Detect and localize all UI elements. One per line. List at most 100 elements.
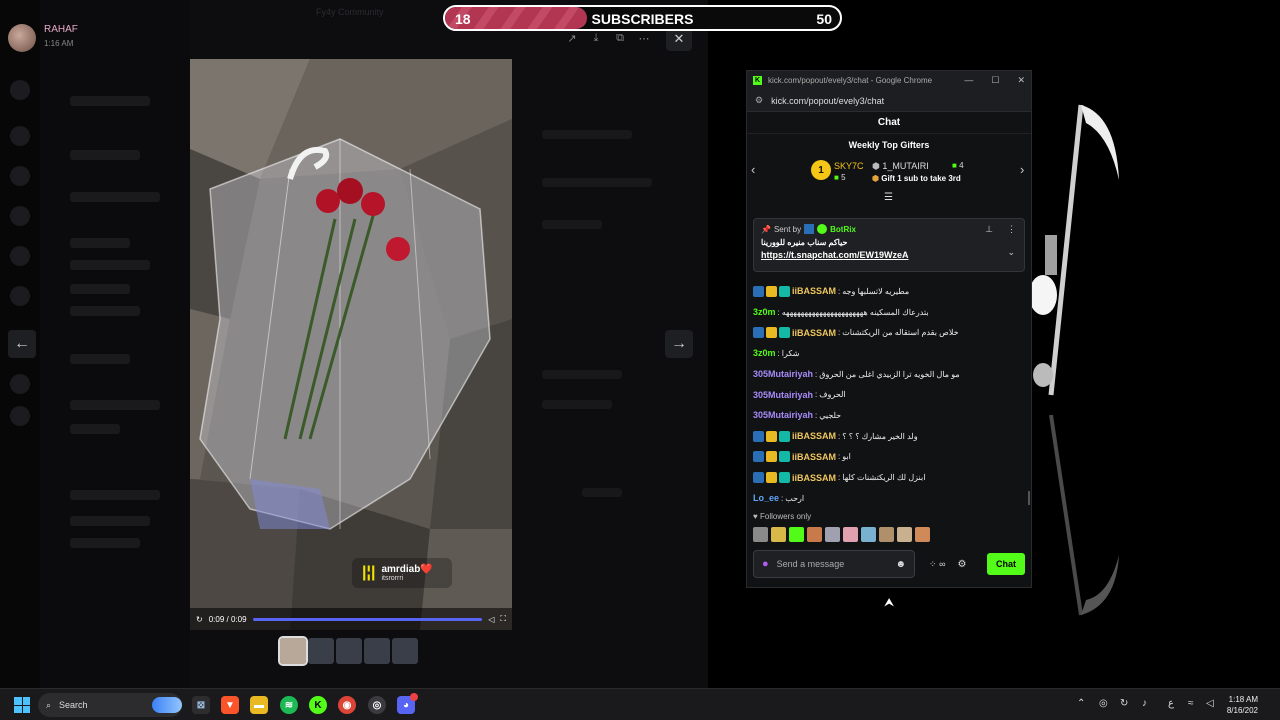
volume-icon[interactable]: ◁ xyxy=(1206,698,1214,709)
system-clock[interactable]: 1:18 AM 8/16/202 xyxy=(1227,694,1258,716)
emote-icon[interactable] xyxy=(753,527,768,542)
channel-item[interactable] xyxy=(70,96,150,106)
server-icon[interactable] xyxy=(10,246,30,266)
chat-input[interactable]: ● Send a message ☻ xyxy=(753,550,915,578)
thumbnail[interactable] xyxy=(364,638,390,664)
tray-app-icon[interactable]: ◎ xyxy=(1099,698,1108,709)
thumbnail[interactable] xyxy=(392,638,418,664)
chat-username[interactable]: iiBASSAM xyxy=(792,452,836,462)
microphone-icon[interactable]: ● xyxy=(762,558,769,570)
chat-username[interactable]: iiBASSAM xyxy=(792,286,836,296)
chat-username[interactable]: Lo_ee xyxy=(753,493,779,503)
channel-item[interactable] xyxy=(70,284,130,294)
chat-username[interactable]: iiBASSAM xyxy=(792,473,836,483)
channel-item[interactable] xyxy=(70,424,120,434)
chat-username[interactable]: 3z0m xyxy=(753,307,776,317)
channel-item[interactable] xyxy=(70,306,140,316)
thumbnail[interactable] xyxy=(308,638,334,664)
maximize-icon[interactable]: ☐ xyxy=(991,75,999,86)
chat-username[interactable]: iiBASSAM xyxy=(792,431,836,441)
channel-item[interactable] xyxy=(70,238,130,248)
emote-icon[interactable] xyxy=(789,527,804,542)
site-info-icon[interactable]: ⚙ xyxy=(755,95,763,106)
media-image[interactable] xyxy=(190,59,512,630)
channel-item[interactable] xyxy=(70,538,140,548)
channel-points[interactable]: ⁘ ∞ xyxy=(929,559,945,570)
channel-item[interactable] xyxy=(70,490,160,500)
server-icon[interactable] xyxy=(10,206,30,226)
chat-input-placeholder[interactable]: Send a message xyxy=(777,559,845,569)
chat-username[interactable]: 3z0m xyxy=(753,348,776,358)
channel-item[interactable] xyxy=(70,354,130,364)
bot-name[interactable]: BotRix xyxy=(830,225,856,234)
microphone-tray-icon[interactable]: ♪ xyxy=(1142,698,1147,709)
language-indicator[interactable]: ع xyxy=(1168,698,1174,709)
channel-item[interactable] xyxy=(70,400,160,410)
server-icon[interactable] xyxy=(10,80,30,100)
brave-browser-icon[interactable]: ▼ xyxy=(221,696,239,714)
emote-icon[interactable] xyxy=(843,527,858,542)
server-icon[interactable] xyxy=(10,126,30,146)
task-view-icon[interactable]: ⊠ xyxy=(192,696,210,714)
chevron-down-icon[interactable]: ⌄ xyxy=(1007,247,1015,258)
avatar[interactable] xyxy=(8,24,36,52)
file-explorer-icon[interactable]: ▬ xyxy=(250,696,268,714)
address-bar[interactable]: ⚙ kick.com/popout/evely3/chat xyxy=(747,90,1031,112)
explore-icon[interactable] xyxy=(10,406,30,426)
chat-username[interactable]: 305Mutairiyah xyxy=(753,410,813,420)
emote-icon[interactable] xyxy=(915,527,930,542)
emote-icon[interactable] xyxy=(771,527,786,542)
url-text[interactable]: kick.com/popout/evely3/chat xyxy=(771,96,884,106)
obs-icon[interactable]: ◎ xyxy=(368,696,386,714)
emote-icon[interactable] xyxy=(807,527,822,542)
volume-icon[interactable]: ◁ xyxy=(488,615,494,624)
tray-chevron-icon[interactable]: ⌃ xyxy=(1077,698,1085,709)
emoji-icon[interactable]: ☻ xyxy=(895,559,906,570)
collapse-icon[interactable]: ☰ xyxy=(884,192,893,203)
server-icon[interactable] xyxy=(10,286,30,306)
send-chat-button[interactable]: Chat xyxy=(987,553,1025,575)
tray-sync-icon[interactable]: ↻ xyxy=(1120,698,1128,709)
channel-item[interactable] xyxy=(70,150,140,160)
emote-icon[interactable] xyxy=(879,527,894,542)
channel-item[interactable] xyxy=(70,260,150,270)
video-progress-bar[interactable] xyxy=(252,617,483,621)
kick-app-icon[interactable]: K xyxy=(309,696,327,714)
add-server-icon[interactable] xyxy=(10,374,30,394)
chat-username[interactable]: iiBASSAM xyxy=(792,328,836,338)
channel-item[interactable] xyxy=(70,192,160,202)
gifter-1-name[interactable]: SKY7C xyxy=(834,161,864,171)
emote-icon[interactable] xyxy=(825,527,840,542)
chrome-icon[interactable]: ◉ xyxy=(338,696,356,714)
minimize-icon[interactable]: — xyxy=(964,75,973,86)
chat-settings-icon[interactable]: ⚙ xyxy=(957,559,966,570)
chevron-right-icon[interactable]: › xyxy=(1020,162,1024,177)
gifter-2-name[interactable]: ⬢ 1_MUTAIRI xyxy=(872,161,929,172)
gifter-2-name-value[interactable]: 1_MUTAIRI xyxy=(882,161,928,171)
taskbar-search[interactable]: ⌕ Search xyxy=(38,693,182,717)
gift-cta[interactable]: ⬢ Gift 1 sub to take 3rd xyxy=(872,174,961,183)
chat-username[interactable]: 305Mutairiyah xyxy=(753,369,813,379)
chevron-left-icon[interactable]: ‹ xyxy=(751,162,755,177)
unpin-icon[interactable]: ⊥ xyxy=(985,224,993,235)
fullscreen-icon[interactable]: ⛶ xyxy=(500,614,506,624)
gift-cta-label[interactable]: Gift 1 sub to take 3rd xyxy=(881,174,961,183)
chat-username[interactable]: 305Mutairiyah xyxy=(753,390,813,400)
more-options-icon[interactable]: ⋮ xyxy=(1007,224,1016,235)
author-name[interactable]: RAHAF xyxy=(44,24,78,35)
previous-media-button[interactable]: ← xyxy=(8,330,36,358)
windows-start-icon[interactable] xyxy=(14,697,30,713)
channel-item[interactable] xyxy=(70,516,150,526)
wifi-icon[interactable]: ≈ xyxy=(1188,698,1194,709)
thumbnail[interactable] xyxy=(336,638,362,664)
chat-scrollbar[interactable] xyxy=(1028,491,1030,505)
close-icon[interactable]: ✕ xyxy=(1017,75,1025,86)
thumbnail[interactable] xyxy=(278,636,308,666)
spotify-icon[interactable]: ≋ xyxy=(280,696,298,714)
emote-icon[interactable] xyxy=(897,527,912,542)
replay-icon[interactable]: ↻ xyxy=(196,615,203,624)
emote-icon[interactable] xyxy=(861,527,876,542)
pinned-link[interactable]: https://t.snapchat.com/EW19WzeA xyxy=(761,250,1017,260)
next-media-button[interactable]: → xyxy=(665,330,693,358)
server-icon[interactable] xyxy=(10,166,30,186)
